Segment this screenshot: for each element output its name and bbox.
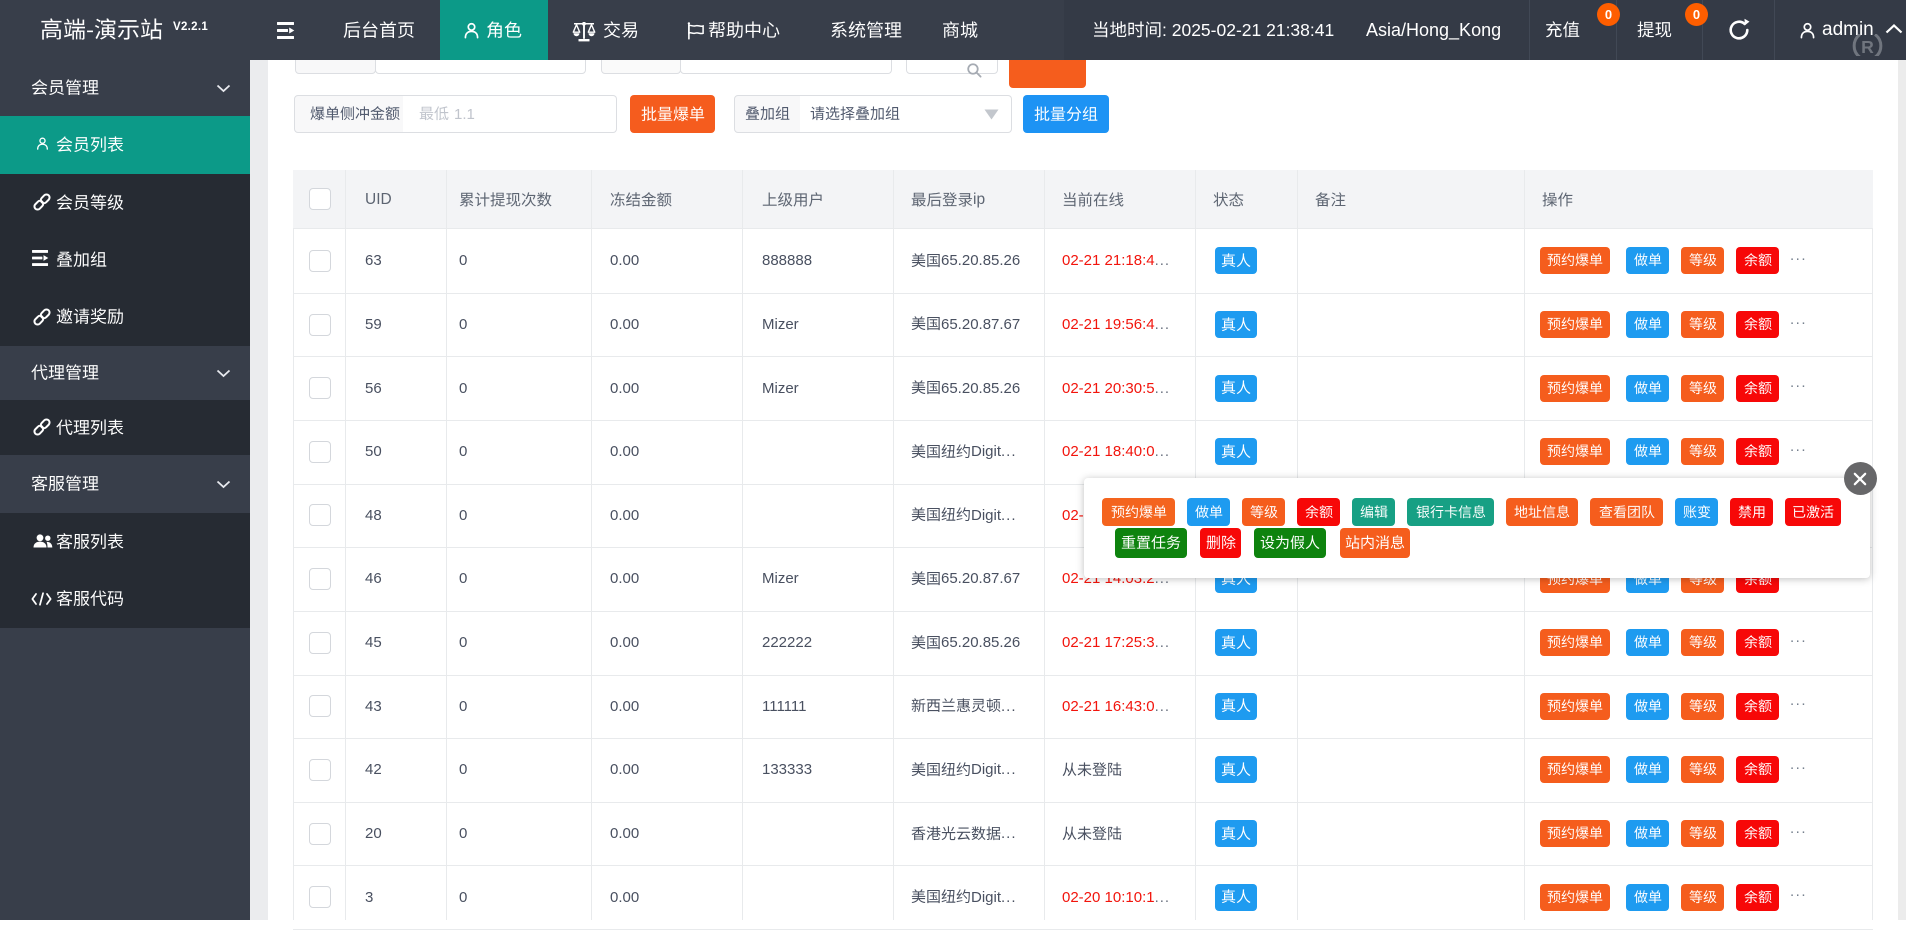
svg-text:R: R — [1861, 37, 1874, 56]
